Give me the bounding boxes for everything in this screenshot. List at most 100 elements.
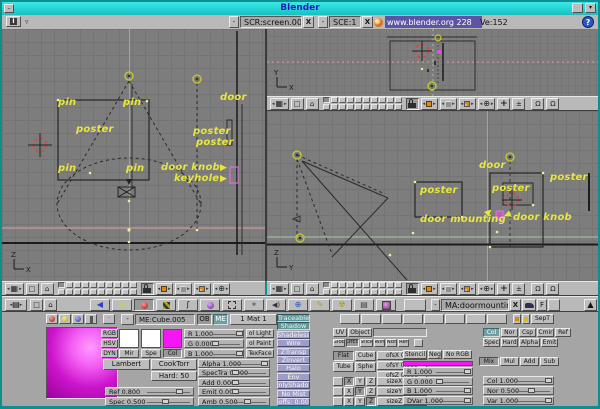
toggle-zinvert[interactable]: ZInvert xyxy=(277,356,310,364)
texture-slot[interactable] xyxy=(382,314,402,324)
viewport-type-button[interactable]: ◂▦▸ xyxy=(270,283,289,295)
dyn-mode-button[interactable]: DYN xyxy=(101,349,118,358)
mapto-alpha-button[interactable]: Alpha xyxy=(519,338,540,347)
mir-color-swatch[interactable] xyxy=(119,329,139,348)
scene-delete-button[interactable]: X xyxy=(362,16,373,28)
proportional-dropdown[interactable]: ◂⊕▸ xyxy=(478,98,496,110)
preview-extra-button[interactable]: · xyxy=(103,314,115,324)
material-browse-button[interactable]: - xyxy=(431,299,440,311)
lock-button[interactable] xyxy=(141,283,154,295)
stencil-button[interactable]: Stencil xyxy=(403,350,427,359)
home-button[interactable]: ⌂ xyxy=(306,98,319,110)
blend-sub-button[interactable]: Sub xyxy=(540,357,559,366)
tex-b-slider[interactable]: B 1.000 xyxy=(403,386,473,395)
toggle-onlyshadow[interactable]: OnlyShadow xyxy=(277,381,310,389)
texture-slot[interactable] xyxy=(403,314,423,324)
axis-y-button[interactable]: Y xyxy=(355,387,365,396)
render-buttons-tab[interactable]: ▤ xyxy=(354,299,374,311)
viewport-left[interactable]: Z X pin pin poster door poster poster pi… xyxy=(2,29,265,281)
home-button[interactable]: ⌂ xyxy=(306,283,319,295)
fake-user-button[interactable]: F xyxy=(537,299,547,311)
axis-z-button[interactable]: Z xyxy=(366,397,376,406)
axis-y-button[interactable]: Y xyxy=(355,397,365,406)
texture-slot[interactable] xyxy=(487,314,507,324)
home-button[interactable]: ⌂ xyxy=(41,283,54,295)
layer-buttons[interactable] xyxy=(58,282,137,295)
menu-collapse-icon[interactable]: ▿ xyxy=(25,18,29,26)
object-button[interactable]: Object xyxy=(348,328,372,337)
axis-blank[interactable] xyxy=(333,377,343,386)
texture-slot[interactable] xyxy=(340,314,360,324)
autoname-button[interactable] xyxy=(522,299,536,311)
screen-browse-button[interactable]: - xyxy=(229,16,239,28)
mode-dropdown[interactable]: ◂▸ xyxy=(156,283,173,295)
scene-name-field[interactable]: SCE:1 xyxy=(329,16,361,28)
toggle-env[interactable]: Env xyxy=(277,373,310,381)
axis-x-button[interactable]: X xyxy=(344,387,354,396)
window-close-button[interactable]: ▾ xyxy=(585,3,596,13)
proj-cube-button[interactable]: Cube xyxy=(355,351,376,361)
proj-flat-button[interactable]: Flat xyxy=(333,351,354,361)
mir-select-button[interactable]: Mir xyxy=(119,349,139,358)
mapto-spec-button[interactable]: Spec xyxy=(483,338,500,347)
blend-mul-button[interactable]: Mul xyxy=(500,357,519,366)
spectra-slider[interactable]: SpecTra 0.000 xyxy=(198,368,270,377)
texture-slot-marker[interactable] xyxy=(522,314,530,324)
info-window-button[interactable]: i xyxy=(6,16,21,27)
emit-slider[interactable]: Emit 0.000 xyxy=(198,387,270,396)
proj-tube-button[interactable]: Tube xyxy=(333,362,354,372)
translate-button[interactable]: + xyxy=(497,283,510,295)
coord-ref-button[interactable]: Ref xyxy=(398,339,409,347)
axis-z-button[interactable]: Z xyxy=(366,377,376,386)
texture-color-bar[interactable] xyxy=(403,361,473,366)
coord-extra-button[interactable] xyxy=(414,339,423,347)
toggle-zoffs[interactable]: Zoffs: 0.000 xyxy=(277,398,310,406)
pivot-dropdown[interactable]: ◂▸ xyxy=(459,283,476,295)
texture-slot-marker[interactable] xyxy=(513,314,521,324)
spe-select-button[interactable]: Spe xyxy=(141,349,161,358)
pivot-dropdown[interactable]: ◂▸ xyxy=(459,98,476,110)
material-index-button[interactable]: 1 Mat 1 xyxy=(230,314,277,325)
texture-slot[interactable] xyxy=(466,314,486,324)
add-slider[interactable]: Add 0.000 xyxy=(198,378,270,387)
texture-slot[interactable] xyxy=(445,314,465,324)
texture-slot[interactable] xyxy=(424,314,444,324)
view-buttons-tab[interactable]: ◀ xyxy=(90,299,110,311)
mapto-var-slider[interactable]: Var 1.000 xyxy=(483,396,554,405)
radiosity-buttons-tab[interactable]: ☢ xyxy=(332,299,352,311)
realtime-buttons-tab[interactable]: ✶ xyxy=(244,299,264,311)
rotate-view-button2[interactable]: Ω xyxy=(546,283,559,295)
preview-sphere-button[interactable] xyxy=(59,314,71,324)
help-button[interactable]: ? xyxy=(582,16,594,28)
layer-buttons[interactable] xyxy=(323,282,402,295)
neg-button[interactable]: Neg xyxy=(428,350,442,359)
mapto-col-slider[interactable]: Col 1.000 xyxy=(483,376,554,385)
axis-blank[interactable] xyxy=(333,387,343,396)
blank-button[interactable] xyxy=(404,299,426,311)
coord-orco-button[interactable]: Orco xyxy=(346,339,359,347)
texture-slot[interactable] xyxy=(361,314,381,324)
uv-button[interactable]: UV xyxy=(333,328,347,337)
ob-button[interactable]: OB xyxy=(197,314,212,325)
mode-dropdown[interactable]: ◂▸ xyxy=(421,283,438,295)
sound-buttons-tab[interactable]: ◀) xyxy=(266,299,286,311)
axis-x-button[interactable]: X xyxy=(344,377,354,386)
translate-button[interactable]: + xyxy=(497,98,510,110)
material-delete-button[interactable]: X xyxy=(510,299,521,311)
toggle-nomist[interactable]: No Mist xyxy=(277,390,310,398)
proportional-dropdown[interactable]: ◂⊕▸ xyxy=(478,283,496,295)
dvar-slider[interactable]: DVar 1.000 xyxy=(403,396,473,405)
fullscreen-button[interactable]: □ xyxy=(291,283,304,295)
mapto-ref-button[interactable]: Ref xyxy=(555,328,571,337)
b-slider[interactable]: B 1.000 xyxy=(184,349,244,358)
toggle-shadow[interactable]: Shadow xyxy=(277,322,310,330)
scale-button[interactable]: ± xyxy=(512,283,525,295)
hsv-mode-button[interactable]: HSV xyxy=(101,339,118,348)
spec-shader-dropdown[interactable]: CookTorr xyxy=(151,359,197,370)
layer-buttons[interactable] xyxy=(323,97,402,110)
norgb-button[interactable]: No RGB xyxy=(443,350,472,359)
spec-slider[interactable]: Spec 0.500 xyxy=(105,397,194,406)
spe-color-swatch[interactable] xyxy=(141,329,161,348)
proportional-dropdown[interactable]: ◂⊕▸ xyxy=(213,283,231,295)
toggle-wire[interactable]: Wire xyxy=(277,339,310,347)
